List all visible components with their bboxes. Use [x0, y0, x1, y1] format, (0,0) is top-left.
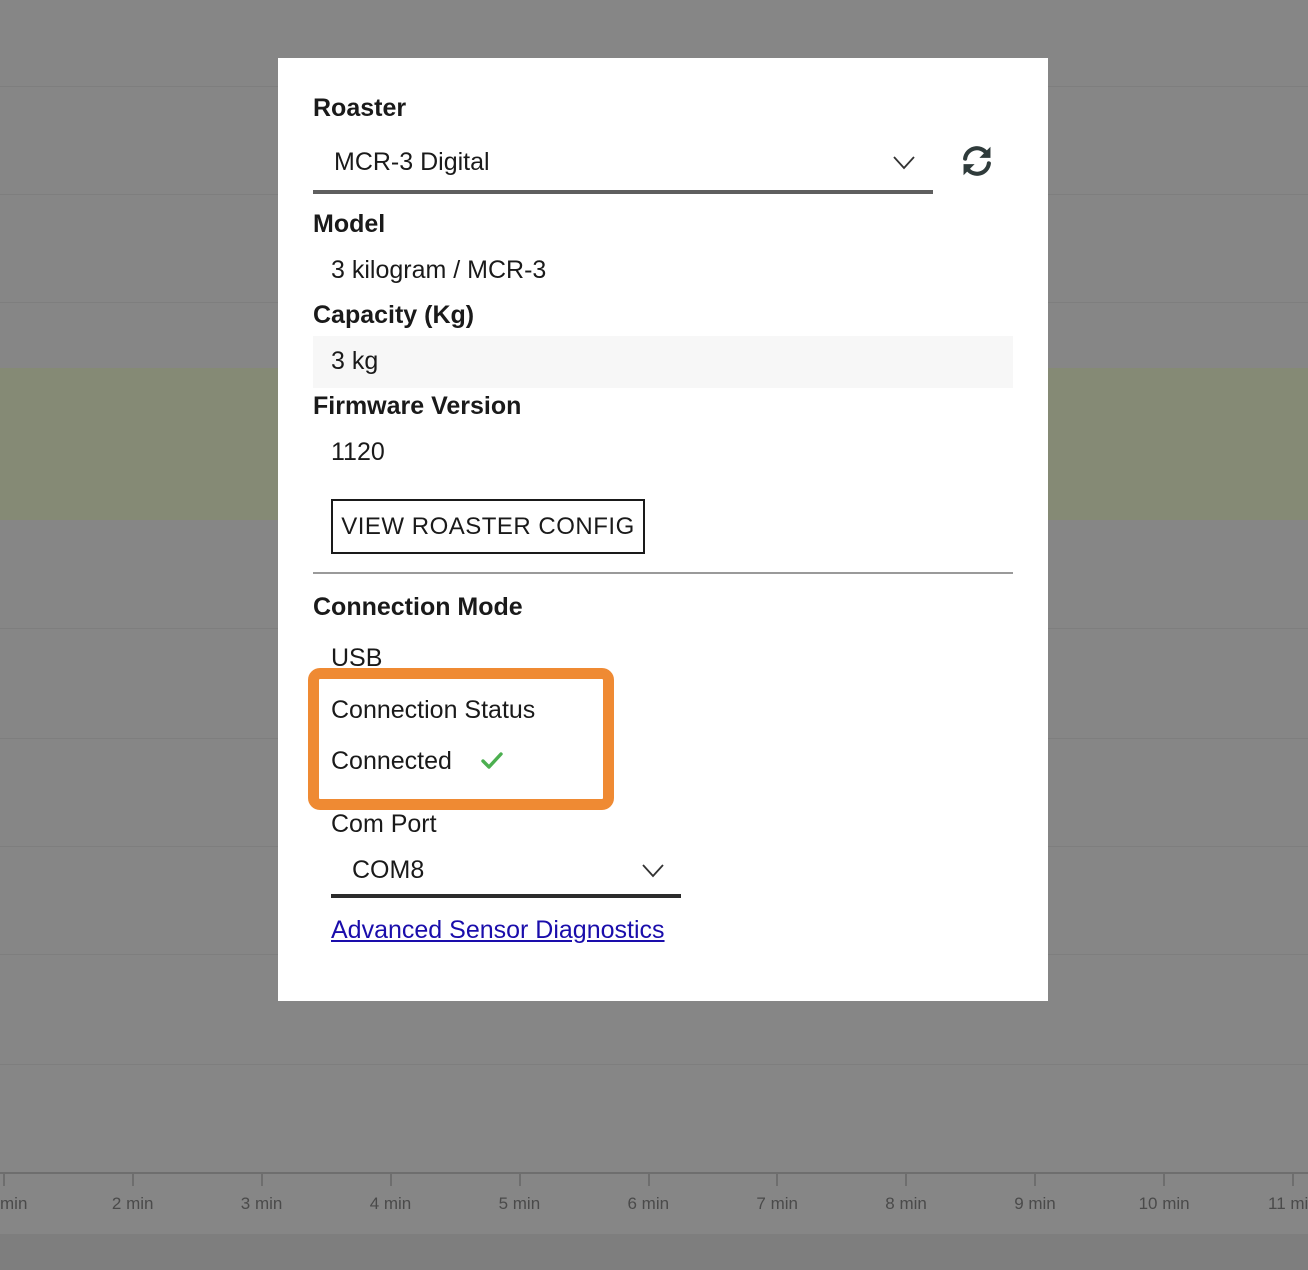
axis-tick: [3, 1172, 5, 1186]
firmware-value: 1120: [331, 438, 385, 466]
axis-tick-label: 6 min: [627, 1194, 670, 1213]
axis-tick-label: 7 min: [756, 1194, 798, 1213]
chevron-down-icon: [893, 156, 915, 170]
bottom-strip: [0, 1234, 1308, 1270]
axis-tick-label: 10 min: [1138, 1194, 1190, 1213]
axis-tick: [260, 1172, 263, 1186]
axis-tick: [647, 1172, 650, 1186]
axis-tick: [131, 1172, 134, 1186]
axis-tick: [389, 1172, 392, 1186]
view-roaster-config-button[interactable]: VIEW ROASTER CONFIG: [331, 499, 645, 554]
model-value: 3 kilogram / MCR-3: [331, 256, 547, 284]
com-port-select[interactable]: COM8: [331, 844, 681, 898]
time-axis: [0, 1172, 1308, 1174]
capacity-value: 3 kg: [331, 347, 379, 375]
axis-tick-label: 8 min: [885, 1194, 927, 1213]
capacity-label: Capacity (Kg): [313, 301, 475, 329]
axis-tick: [1163, 1172, 1166, 1186]
axis-tick-label: 4 min: [369, 1194, 412, 1213]
model-label: Model: [313, 210, 386, 238]
axis-tick-label: 3 min: [240, 1194, 283, 1213]
advanced-sensor-diagnostics-link[interactable]: Advanced Sensor Diagnostics: [331, 916, 665, 945]
roaster-settings-dialog: Roaster MCR-3 Digital Model 3 kilogram /…: [278, 58, 1048, 1001]
axis-tick-label: 2 min: [111, 1194, 154, 1213]
firmware-label: Firmware Version: [313, 392, 522, 420]
axis-tick: [776, 1172, 779, 1186]
axis-tick: [1034, 1172, 1037, 1186]
axis-tick: [1292, 1172, 1294, 1186]
axis-tick-label: min: [0, 1194, 28, 1213]
refresh-icon[interactable]: [958, 142, 996, 180]
com-port-label: Com Port: [331, 810, 437, 838]
connection-status-highlight: [308, 668, 614, 810]
axis-tick: [518, 1172, 521, 1186]
chevron-down-icon: [642, 864, 664, 878]
com-port-select-value: COM8: [352, 856, 425, 884]
roaster-select-value: MCR-3 Digital: [334, 148, 490, 176]
roaster-label: Roaster: [313, 94, 407, 122]
connection-mode-label: Connection Mode: [313, 593, 523, 621]
roaster-select[interactable]: MCR-3 Digital: [313, 136, 933, 194]
axis-tick-label: 11 mi: [1268, 1194, 1308, 1213]
axis-tick-label: 5 min: [498, 1194, 541, 1213]
axis-tick-label: 9 min: [1014, 1194, 1056, 1213]
axis-tick: [905, 1172, 908, 1186]
grid-line: [0, 1064, 1308, 1065]
capacity-field: [313, 336, 1013, 388]
divider: [313, 572, 1013, 574]
